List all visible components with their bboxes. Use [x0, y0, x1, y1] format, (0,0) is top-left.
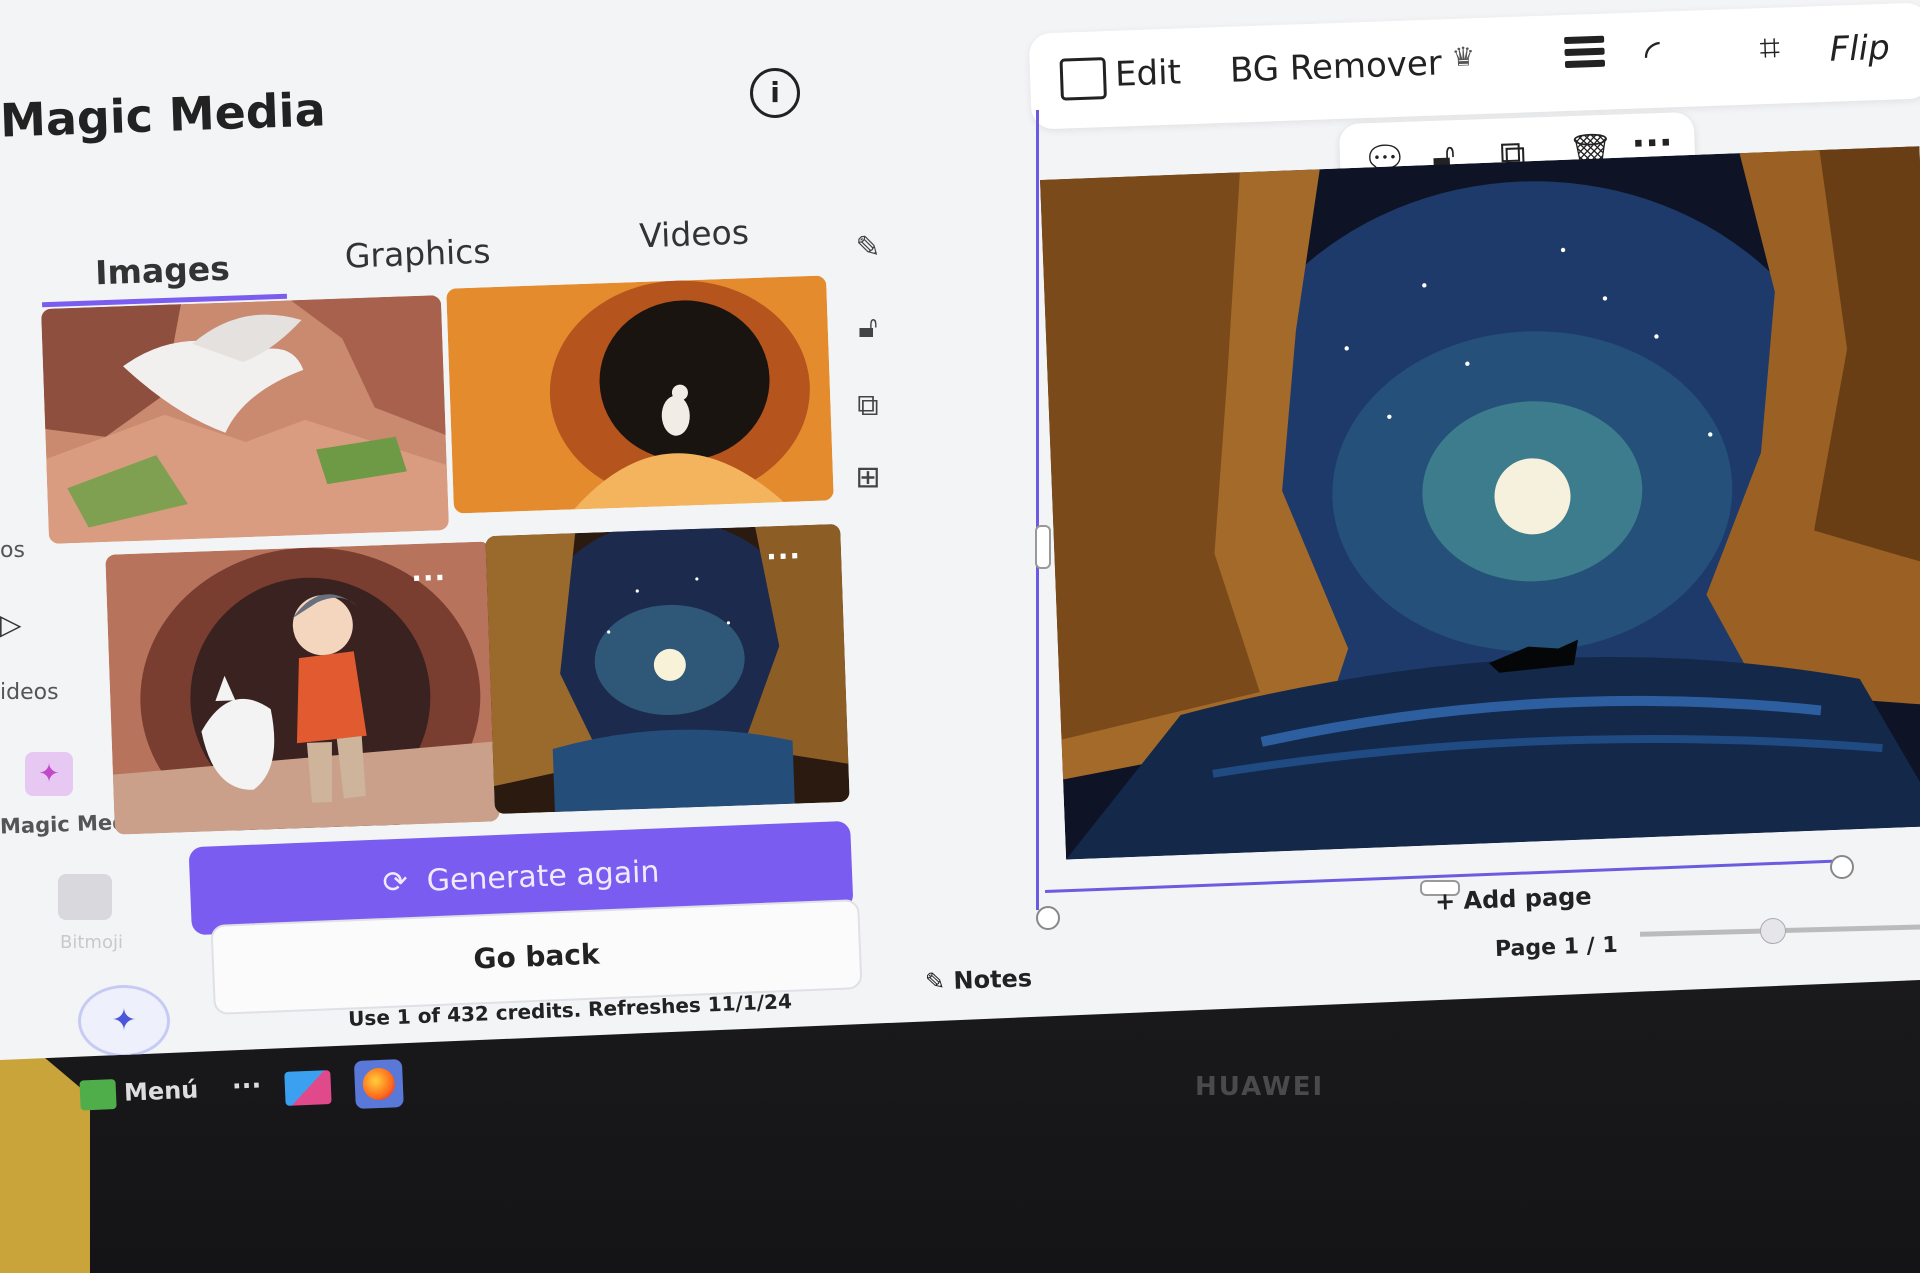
device-brand: HUAWEI	[1195, 1072, 1325, 1102]
edit-button[interactable]: Edit	[1114, 52, 1181, 94]
firefox-icon[interactable]	[353, 1059, 404, 1110]
corner-curve-icon[interactable]: ◜	[1644, 32, 1661, 79]
notes-edit-icon[interactable]: ✎	[850, 230, 886, 266]
tab-graphics[interactable]: Graphics	[344, 232, 491, 276]
flip-button[interactable]: Flip	[1829, 28, 1890, 70]
crown-icon: ♛	[1451, 42, 1476, 73]
notes-label: Notes	[952, 964, 1033, 995]
resize-handle-bottom-left[interactable]	[1036, 906, 1060, 930]
result-thumbnail-4[interactable]: ···	[485, 523, 850, 815]
notes-icon: ✎	[924, 966, 954, 996]
start-menu-label: Menú	[123, 1075, 199, 1107]
page-indicator[interactable]: Page 1 / 1	[1495, 933, 1618, 962]
resize-handle-left[interactable]	[1035, 525, 1051, 569]
add-page-button[interactable]: + Add page	[1435, 882, 1592, 915]
add-element-icon[interactable]: ⊞	[850, 460, 886, 496]
duplicate-icon[interactable]: ⧉	[850, 388, 886, 424]
tab-images[interactable]: Images	[95, 249, 231, 293]
notes-button[interactable]: ✎ Notes	[925, 964, 1033, 996]
editor-toolbar: Edit BG Remover ♛ ◜ ⌗ Flip	[1028, 2, 1920, 130]
screen: os ▷ ideos ✦ Magic Media Bitmoji ✦ Magic…	[0, 0, 1920, 1060]
tab-videos[interactable]: Videos	[639, 213, 750, 256]
more-icon[interactable]: ···	[231, 1071, 262, 1102]
result-thumbnail-2[interactable]	[446, 275, 834, 514]
refresh-icon: ⟳	[381, 863, 428, 901]
more-icon[interactable]: ···	[411, 561, 447, 595]
lines-icon[interactable]	[1564, 35, 1606, 77]
crop-icon[interactable]: ⌗	[1759, 28, 1781, 71]
more-icon[interactable]: ···	[766, 539, 802, 573]
info-icon[interactable]: i	[750, 68, 800, 118]
generate-again-label: Generate again	[426, 854, 661, 899]
zoom-slider-handle[interactable]	[1760, 918, 1786, 944]
design-canvas-image[interactable]	[1040, 146, 1920, 860]
result-thumbnail-3[interactable]: ···	[105, 541, 500, 835]
resize-handle-bottom-right[interactable]	[1830, 855, 1854, 879]
panel-title: Magic Media	[0, 82, 327, 148]
bg-remover-button[interactable]: BG Remover	[1229, 43, 1442, 90]
result-thumbnail-1[interactable]	[41, 295, 449, 544]
lock-icon[interactable]: 🔓︎	[850, 310, 886, 346]
app-icon[interactable]	[284, 1070, 332, 1106]
start-menu-button[interactable]: Menú	[79, 1075, 199, 1111]
menu-logo-icon	[79, 1079, 117, 1111]
selection-border-left	[1036, 110, 1039, 910]
edit-image-icon[interactable]	[1059, 57, 1107, 101]
